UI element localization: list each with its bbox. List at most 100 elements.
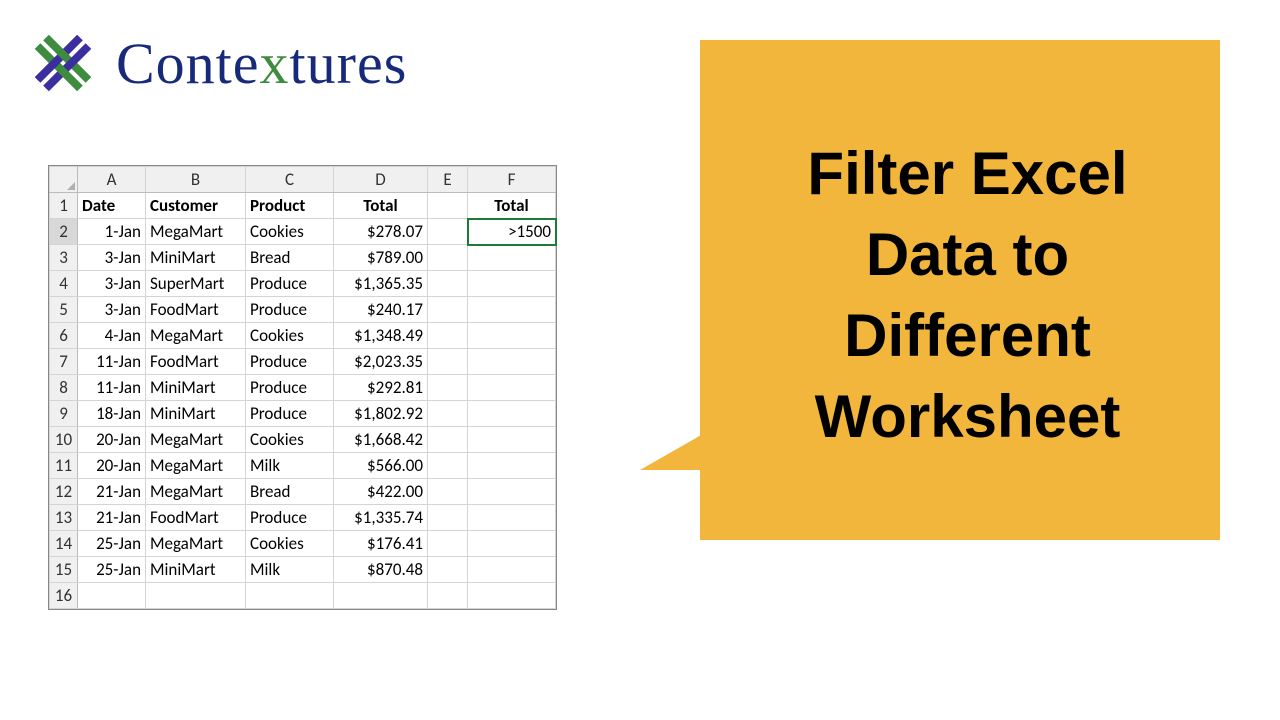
row-header[interactable]: 10 <box>50 427 78 453</box>
cell[interactable] <box>468 271 556 297</box>
row-header[interactable]: 5 <box>50 297 78 323</box>
cell-total[interactable]: $176.41 <box>334 531 428 557</box>
cell-customer[interactable]: MegaMart <box>146 323 246 349</box>
cell-product[interactable]: Bread <box>246 479 334 505</box>
cell[interactable] <box>468 323 556 349</box>
cell-product[interactable]: Bread <box>246 245 334 271</box>
cell-product[interactable]: Milk <box>246 557 334 583</box>
row-header[interactable]: 4 <box>50 271 78 297</box>
cell-date[interactable]: 11-Jan <box>78 375 146 401</box>
cell-total[interactable]: $566.00 <box>334 453 428 479</box>
cell[interactable] <box>468 583 556 609</box>
cell-product[interactable]: Produce <box>246 401 334 427</box>
spreadsheet[interactable]: A B C D E F 1 Date Customer Product Tota… <box>48 165 557 610</box>
col-header-B[interactable]: B <box>146 167 246 193</box>
cell[interactable] <box>468 505 556 531</box>
cell[interactable] <box>428 401 468 427</box>
cell-date[interactable]: 4-Jan <box>78 323 146 349</box>
cell[interactable] <box>334 583 428 609</box>
row-header[interactable]: 8 <box>50 375 78 401</box>
row-header[interactable]: 6 <box>50 323 78 349</box>
cell[interactable] <box>428 297 468 323</box>
cell-total[interactable]: $292.81 <box>334 375 428 401</box>
cell-product[interactable]: Milk <box>246 453 334 479</box>
cell-date[interactable]: 1-Jan <box>78 219 146 245</box>
cell[interactable] <box>428 427 468 453</box>
header-total[interactable]: Total <box>334 193 428 219</box>
cell-customer[interactable]: FoodMart <box>146 349 246 375</box>
cell[interactable] <box>468 297 556 323</box>
cell[interactable] <box>428 245 468 271</box>
cell-customer[interactable]: MegaMart <box>146 427 246 453</box>
criteria-header-total[interactable]: Total <box>468 193 556 219</box>
cell-customer[interactable]: FoodMart <box>146 297 246 323</box>
cell[interactable] <box>146 583 246 609</box>
row-header[interactable]: 12 <box>50 479 78 505</box>
cell-product[interactable]: Produce <box>246 349 334 375</box>
cell[interactable] <box>468 427 556 453</box>
cell-product[interactable]: Produce <box>246 297 334 323</box>
cell-date[interactable]: 20-Jan <box>78 453 146 479</box>
cell-date[interactable]: 3-Jan <box>78 271 146 297</box>
cell[interactable] <box>468 349 556 375</box>
cell-total[interactable]: $422.00 <box>334 479 428 505</box>
cell-product[interactable]: Cookies <box>246 323 334 349</box>
cell[interactable] <box>428 323 468 349</box>
row-header[interactable]: 2 <box>50 219 78 245</box>
cell-product[interactable]: Produce <box>246 505 334 531</box>
cell[interactable] <box>468 375 556 401</box>
cell[interactable] <box>428 531 468 557</box>
cell[interactable] <box>428 193 468 219</box>
cell-total[interactable]: $2,023.35 <box>334 349 428 375</box>
cell-customer[interactable]: SuperMart <box>146 271 246 297</box>
cell-date[interactable]: 3-Jan <box>78 297 146 323</box>
col-header-E[interactable]: E <box>428 167 468 193</box>
cell-date[interactable]: 18-Jan <box>78 401 146 427</box>
row-header[interactable]: 11 <box>50 453 78 479</box>
cell-date[interactable]: 25-Jan <box>78 531 146 557</box>
cell-customer[interactable]: MegaMart <box>146 453 246 479</box>
row-header[interactable]: 15 <box>50 557 78 583</box>
cell-date[interactable]: 21-Jan <box>78 479 146 505</box>
col-header-C[interactable]: C <box>246 167 334 193</box>
cell[interactable] <box>428 479 468 505</box>
cell[interactable] <box>428 219 468 245</box>
cell-total[interactable]: $870.48 <box>334 557 428 583</box>
select-all-corner[interactable] <box>50 167 78 193</box>
col-header-A[interactable]: A <box>78 167 146 193</box>
row-header[interactable]: 13 <box>50 505 78 531</box>
cell-total[interactable]: $240.17 <box>334 297 428 323</box>
criteria-cell-selected[interactable]: >1500 <box>468 219 556 245</box>
cell-date[interactable]: 3-Jan <box>78 245 146 271</box>
cell-product[interactable]: Cookies <box>246 427 334 453</box>
cell-customer[interactable]: MiniMart <box>146 375 246 401</box>
cell-product[interactable]: Produce <box>246 271 334 297</box>
cell-customer[interactable]: MegaMart <box>146 479 246 505</box>
cell-total[interactable]: $1,802.92 <box>334 401 428 427</box>
row-header[interactable]: 3 <box>50 245 78 271</box>
cell[interactable] <box>428 349 468 375</box>
cell[interactable] <box>468 557 556 583</box>
cell-date[interactable]: 20-Jan <box>78 427 146 453</box>
cell-total[interactable]: $789.00 <box>334 245 428 271</box>
cell[interactable] <box>468 245 556 271</box>
cell-total[interactable]: $1,348.49 <box>334 323 428 349</box>
cell-total[interactable]: $1,335.74 <box>334 505 428 531</box>
cell-total[interactable]: $1,365.35 <box>334 271 428 297</box>
row-header[interactable]: 14 <box>50 531 78 557</box>
cell-customer[interactable]: MiniMart <box>146 245 246 271</box>
header-customer[interactable]: Customer <box>146 193 246 219</box>
cell-customer[interactable]: MegaMart <box>146 219 246 245</box>
header-product[interactable]: Product <box>246 193 334 219</box>
row-header[interactable]: 7 <box>50 349 78 375</box>
cell-total[interactable]: $1,668.42 <box>334 427 428 453</box>
col-header-F[interactable]: F <box>468 167 556 193</box>
cell[interactable] <box>468 479 556 505</box>
header-date[interactable]: Date <box>78 193 146 219</box>
cell-date[interactable]: 25-Jan <box>78 557 146 583</box>
cell-customer[interactable]: MiniMart <box>146 557 246 583</box>
cell-date[interactable]: 21-Jan <box>78 505 146 531</box>
cell[interactable] <box>468 401 556 427</box>
row-header[interactable]: 16 <box>50 583 78 609</box>
cell-date[interactable]: 11-Jan <box>78 349 146 375</box>
